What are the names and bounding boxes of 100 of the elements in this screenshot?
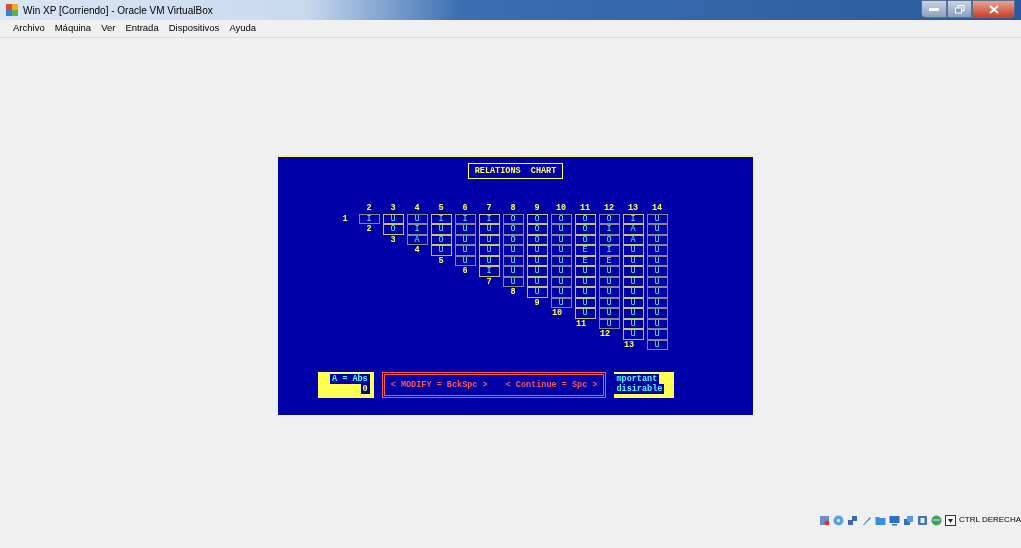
chart-cell: U (478, 245, 500, 256)
chart-cell: U (646, 339, 668, 350)
chart-cell: U (526, 287, 548, 298)
chart-cell: U (550, 234, 572, 245)
chart-cell: I (622, 213, 644, 224)
chart-cell: U (406, 213, 428, 224)
chart-cell: U (646, 234, 668, 245)
menu-item[interactable]: Ayuda (224, 21, 262, 36)
chart-cell: I (454, 213, 476, 224)
chart-cell: U (646, 318, 668, 329)
prompt-text: < MODIFY = BckSpc > (390, 380, 488, 390)
chart-cell: U (646, 297, 668, 308)
prompt-text: < Continue = Spc > (505, 380, 598, 390)
chart-cell: O (598, 213, 620, 224)
host-key-label: CTRL DERECHA (959, 514, 1021, 526)
legend-text: 0 (360, 384, 370, 394)
chart-cell: U (622, 245, 644, 256)
chart-cell: I (430, 213, 452, 224)
download-icon[interactable] (945, 514, 957, 526)
row-label: 13 (623, 339, 636, 350)
row-label: 5 (437, 255, 445, 266)
chart-cell: O (526, 224, 548, 235)
chart-cell: O (526, 213, 548, 224)
row-label: 12 (599, 329, 612, 340)
row-label: 6 (461, 266, 469, 277)
chart-cell: U (454, 224, 476, 235)
menu-item[interactable]: Entrada (120, 21, 164, 36)
chart-cell: U (550, 297, 572, 308)
chart-cell: U (574, 297, 596, 308)
legend-text: mportant (614, 374, 660, 384)
chart-cell: A (622, 234, 644, 245)
chart-cell: U (574, 308, 596, 319)
chart-cell: U (622, 318, 644, 329)
chart-cell: U (502, 255, 524, 266)
window-title: Win XP [Corriendo] - Oracle VM VirtualBox (23, 3, 213, 18)
row-label: 7 (485, 276, 493, 287)
chart-cell: O (430, 234, 452, 245)
chart-cell: U (622, 287, 644, 298)
chart-cell: U (526, 266, 548, 277)
folder-icon[interactable] (875, 514, 887, 526)
row-label: 4 (413, 245, 421, 256)
chart-cell: U (430, 245, 452, 256)
menu-item[interactable]: Máquina (49, 21, 97, 36)
chart-cell: U (646, 255, 668, 266)
chart-cell: U (430, 224, 452, 235)
chart-cell: U (550, 276, 572, 287)
chart-cell: U (646, 213, 668, 224)
chart-cell: O (502, 234, 524, 245)
column-header: 2 (365, 203, 373, 208)
chart-cell: U (646, 287, 668, 298)
maximize-button[interactable] (947, 0, 972, 18)
menu-item[interactable]: Archivo (8, 21, 50, 36)
chart-cell: U (646, 245, 668, 256)
legend-text: A = Abs (330, 374, 370, 384)
close-button[interactable] (972, 0, 1015, 18)
row-label: 10 (551, 308, 564, 319)
menu-item[interactable]: Ver (96, 21, 121, 36)
chart-cell: U (646, 308, 668, 319)
chart-title: RELATIONS CHART (467, 163, 564, 179)
column-header: 4 (413, 203, 421, 208)
close-icon (988, 4, 999, 14)
row-label: 9 (533, 297, 541, 308)
row-label: 1 (341, 213, 349, 224)
column-header: 11 (578, 203, 592, 208)
chart-cell: U (598, 276, 620, 287)
chart-cell: O (502, 213, 524, 224)
chart-cell: U (622, 297, 644, 308)
chart-cell: O (574, 213, 596, 224)
column-header: 6 (461, 203, 469, 208)
chart-cell: U (646, 276, 668, 287)
chart-cell: U (622, 276, 644, 287)
chart-cell: E (574, 245, 596, 256)
pen-icon[interactable] (861, 514, 873, 526)
chart-cell: U (598, 318, 620, 329)
restore-icon (954, 4, 965, 14)
column-header: 10 (554, 203, 568, 208)
box-icon[interactable] (917, 514, 929, 526)
minimize-button[interactable] (921, 0, 947, 18)
cd-icon[interactable] (833, 514, 845, 526)
chart-cell: U (502, 276, 524, 287)
chart-cell: U (598, 297, 620, 308)
chart-cell: U (550, 287, 572, 298)
chart-cell: I (406, 224, 428, 235)
chart-cell: U (646, 266, 668, 277)
chart-cell: U (454, 245, 476, 256)
chart-cell: U (550, 245, 572, 256)
column-header: 7 (485, 203, 493, 208)
chart-cell: I (598, 245, 620, 256)
chart-cell: I (478, 213, 500, 224)
monitor-icon[interactable] (889, 514, 901, 526)
row-label: 2 (365, 224, 373, 235)
chart-cell: U (574, 276, 596, 287)
chart-cell: U (526, 276, 548, 287)
chart-cell: O (550, 213, 572, 224)
chart-cell: U (550, 224, 572, 235)
chart-cell: U (622, 266, 644, 277)
row-label: 3 (389, 234, 397, 245)
chart-cell: I (358, 213, 380, 224)
chart-cell: U (502, 245, 524, 256)
menu-item[interactable]: Dispositivos (163, 21, 225, 36)
